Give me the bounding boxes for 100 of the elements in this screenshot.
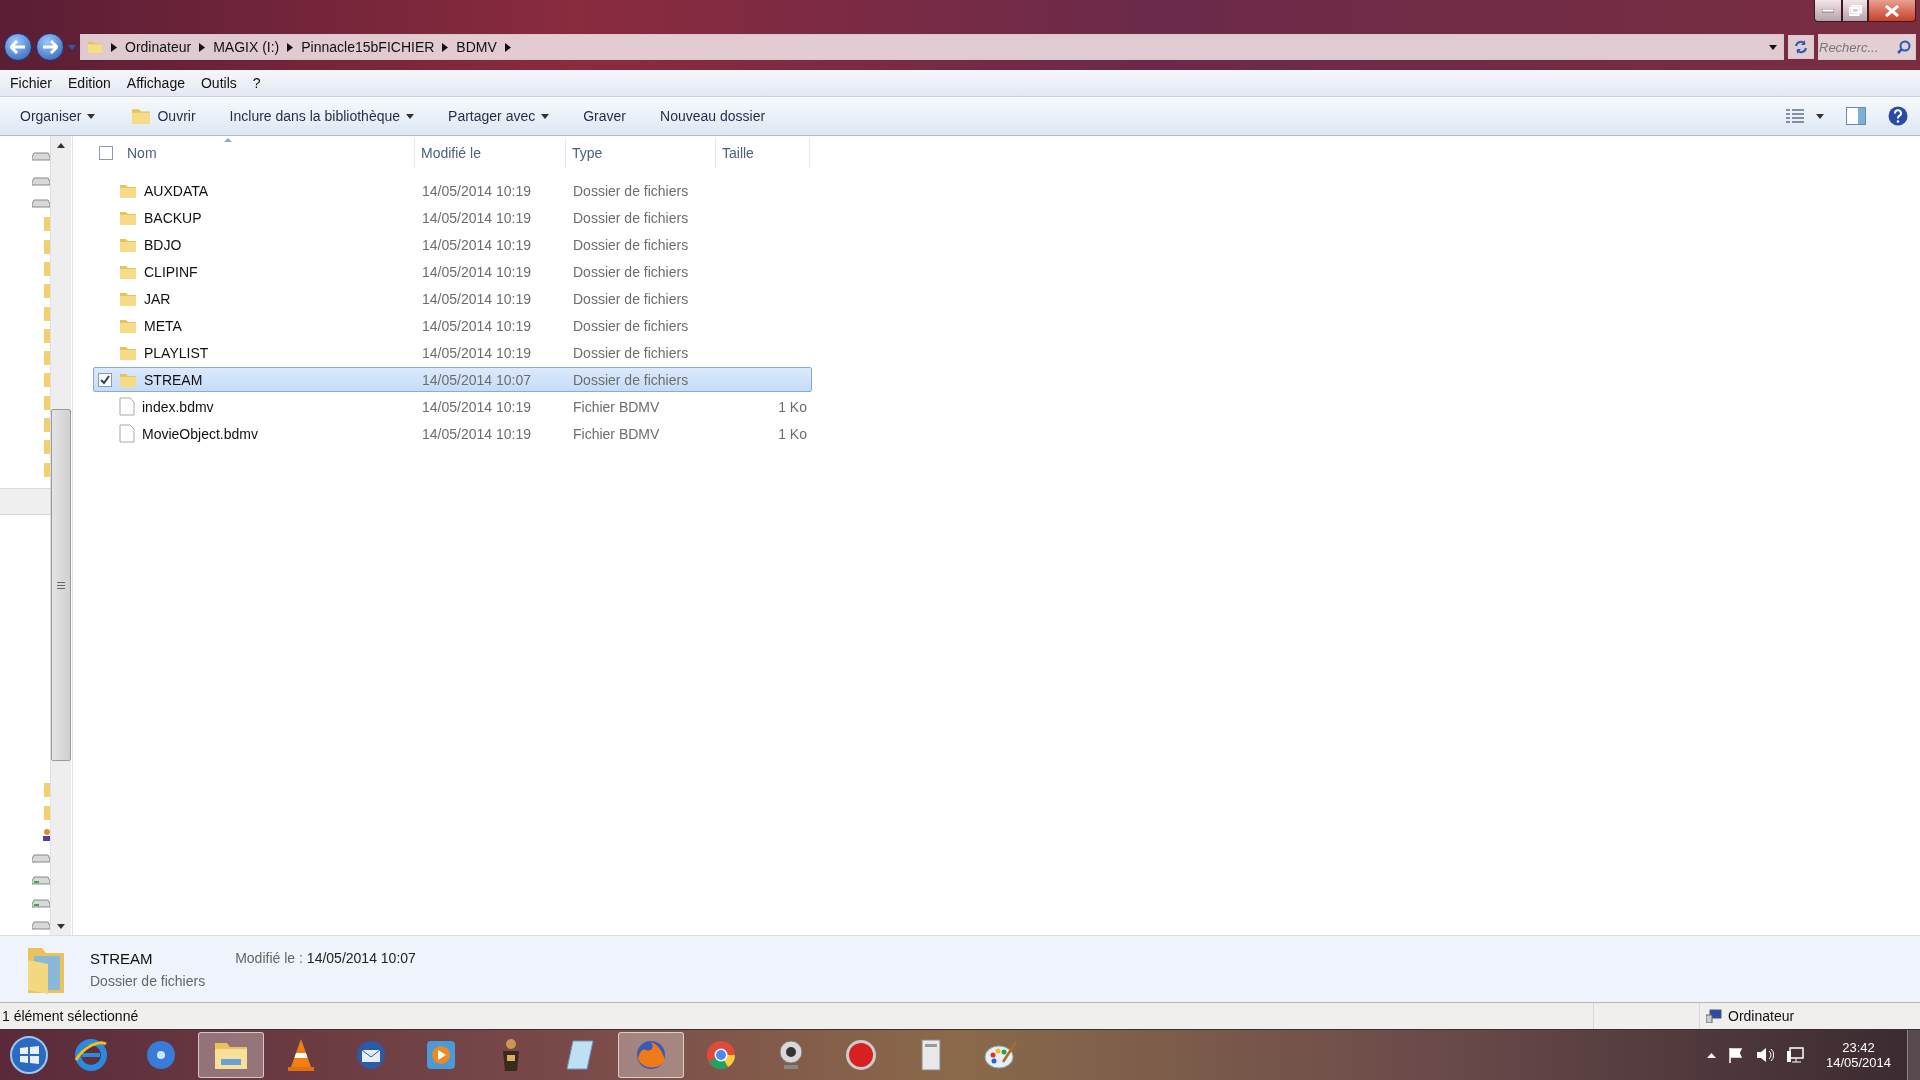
file-name: PLAYLIST [144,344,209,361]
file-name: MovieObject.bdmv [142,425,258,442]
tower-icon [920,1038,942,1072]
browser-icon [74,1038,108,1072]
taskbar-button[interactable] [198,1032,264,1078]
file-row[interactable]: PLAYLIST 14/05/2014 10:19 Dossier de fichiers [93,340,812,365]
file-row[interactable]: JAR 14/05/2014 10:19 Dossier de fichiers [93,286,812,311]
file-name: BDJO [144,236,182,253]
minimize-button[interactable] [1814,0,1842,22]
menu-item[interactable]: Affichage [118,73,193,93]
disc-icon [144,1038,178,1072]
scrollbar[interactable] [50,136,71,935]
item-name: STREAM [90,949,154,967]
toolbar-button[interactable]: Nouveau dossier [650,104,776,128]
scroll-down-icon[interactable] [57,923,65,929]
modified-label: Modifié le : [235,950,303,966]
location-label: Ordinateur [1728,1008,1795,1024]
modified-date: 14/05/2014 10:19 [421,344,532,361]
refresh-button[interactable] [1788,35,1814,59]
search-field[interactable]: Recherc... [1818,34,1916,60]
modified-date: 14/05/2014 10:19 [421,263,532,280]
disc-icon [844,1038,878,1072]
chevron-icon [504,42,511,52]
maximize-button[interactable] [1842,0,1868,22]
view-options-button[interactable] [1786,108,1824,124]
scroll-thumb[interactable] [51,409,71,761]
file-row[interactable]: CLIPINF 14/05/2014 10:19 Dossier de fichiers [93,259,812,284]
address-bar[interactable]: Ordinateur MAGIX (I:) Pinnacle15bFICHIER BDMV [80,34,1784,60]
breadcrumb[interactable]: BDMV [456,39,497,55]
folder-icon [87,39,103,55]
menu-item[interactable]: Fichier [2,73,60,93]
file-type: Dossier de fichiers [572,290,690,307]
menu-item[interactable]: Outils [192,73,245,93]
menu-item[interactable]: ? [244,73,269,93]
chevron-icon [287,42,294,52]
modified-date: 14/05/2014 10:19 [421,209,532,226]
file-type: Dossier de fichiers [572,209,690,226]
modified-date: 14/05/2014 10:19 [421,236,532,253]
file-name: STREAM [144,371,203,388]
file-name: index.bdmv [142,398,214,415]
file-row[interactable]: index.bdmv 14/05/2014 10:19 Fichier BDMV 1 Ko [93,394,812,419]
file-icon [119,424,135,443]
caret-icon [541,113,550,119]
file-type: Dossier de fichiers [572,263,690,280]
toolbar-button[interactable]: Inclure dans la bibliothèque [219,104,425,128]
preview-pane-icon[interactable] [1846,107,1866,125]
speaker-icon[interactable] [1755,1047,1774,1063]
globe-icon [634,1038,668,1072]
file-row[interactable]: MovieObject.bdmv 14/05/2014 10:19 Fichier BDMV 1 Ko [93,421,812,446]
file-row[interactable]: META 14/05/2014 10:19 Dossier de fichiers [93,313,812,338]
taskbar-button[interactable] [618,1032,684,1078]
open-folder-icon [131,106,152,126]
refresh-icon [1794,40,1808,54]
file-name: BACKUP [144,209,202,226]
play-icon [425,1039,457,1071]
tray-expand-icon[interactable] [1706,1052,1716,1058]
menu-item[interactable]: Edition [60,73,119,93]
back-button[interactable] [4,33,32,61]
breadcrumb[interactable]: Ordinateur [125,39,192,55]
caret-icon [406,113,415,119]
network-icon[interactable] [1785,1047,1804,1063]
file-type: Fichier BDMV [572,425,661,442]
flag-icon[interactable] [1727,1047,1744,1063]
modified-date: 14/05/2014 10:07 [421,371,532,388]
forward-arrow-icon [42,40,58,54]
toolbar-button[interactable]: Partager avec [438,104,560,128]
caret-icon [87,113,96,119]
row-checkbox[interactable] [98,372,112,387]
file-type: Fichier BDMV [572,398,661,415]
scroll-up-icon[interactable] [57,142,65,148]
list-view-icon [1786,108,1804,124]
modified-date: 14/05/2014 10:19 [421,317,532,334]
item-type: Dossier de fichiers [90,972,206,989]
file-row[interactable]: BDJO 14/05/2014 10:19 Dossier de fichiers [93,232,812,257]
breadcrumb[interactable]: MAGIX (I:) [213,39,280,55]
help-icon[interactable] [1888,106,1908,126]
file-name: META [144,317,182,334]
file-row[interactable]: STREAM 14/05/2014 10:07 Dossier de fichiers [93,367,812,392]
drive-icon [32,196,50,209]
modified-value: 14/05/2014 10:07 [306,950,416,966]
drive-icon [32,149,50,162]
clock[interactable]: 23:42 14/05/2014 [1825,1040,1891,1070]
file-row[interactable]: AUXDATA 14/05/2014 10:19 Dossier de fichiers [93,178,812,203]
modified-date: 14/05/2014 10:19 [421,425,532,442]
drive-icon [32,873,50,886]
breadcrumb[interactable]: Pinnacle15bFICHIER [301,39,435,55]
file-size: 1 Ko [777,398,808,415]
user-icon[interactable] [42,827,50,842]
toolbar-button[interactable]: Ouvrir [121,102,206,130]
file-type: Dossier de fichiers [572,182,690,199]
select-all-checkbox[interactable] [99,146,113,160]
file-row[interactable]: BACKUP 14/05/2014 10:19 Dossier de fichiers [93,205,812,230]
webcam-icon [776,1038,806,1072]
close-button[interactable] [1868,0,1916,22]
show-desktop-button[interactable] [1907,1030,1920,1080]
forward-button[interactable] [36,33,64,61]
chevron-icon [199,42,206,52]
toolbar-button[interactable]: Organiser [10,104,106,128]
caret-icon [1816,113,1824,119]
toolbar-button[interactable]: Graver [573,104,637,128]
